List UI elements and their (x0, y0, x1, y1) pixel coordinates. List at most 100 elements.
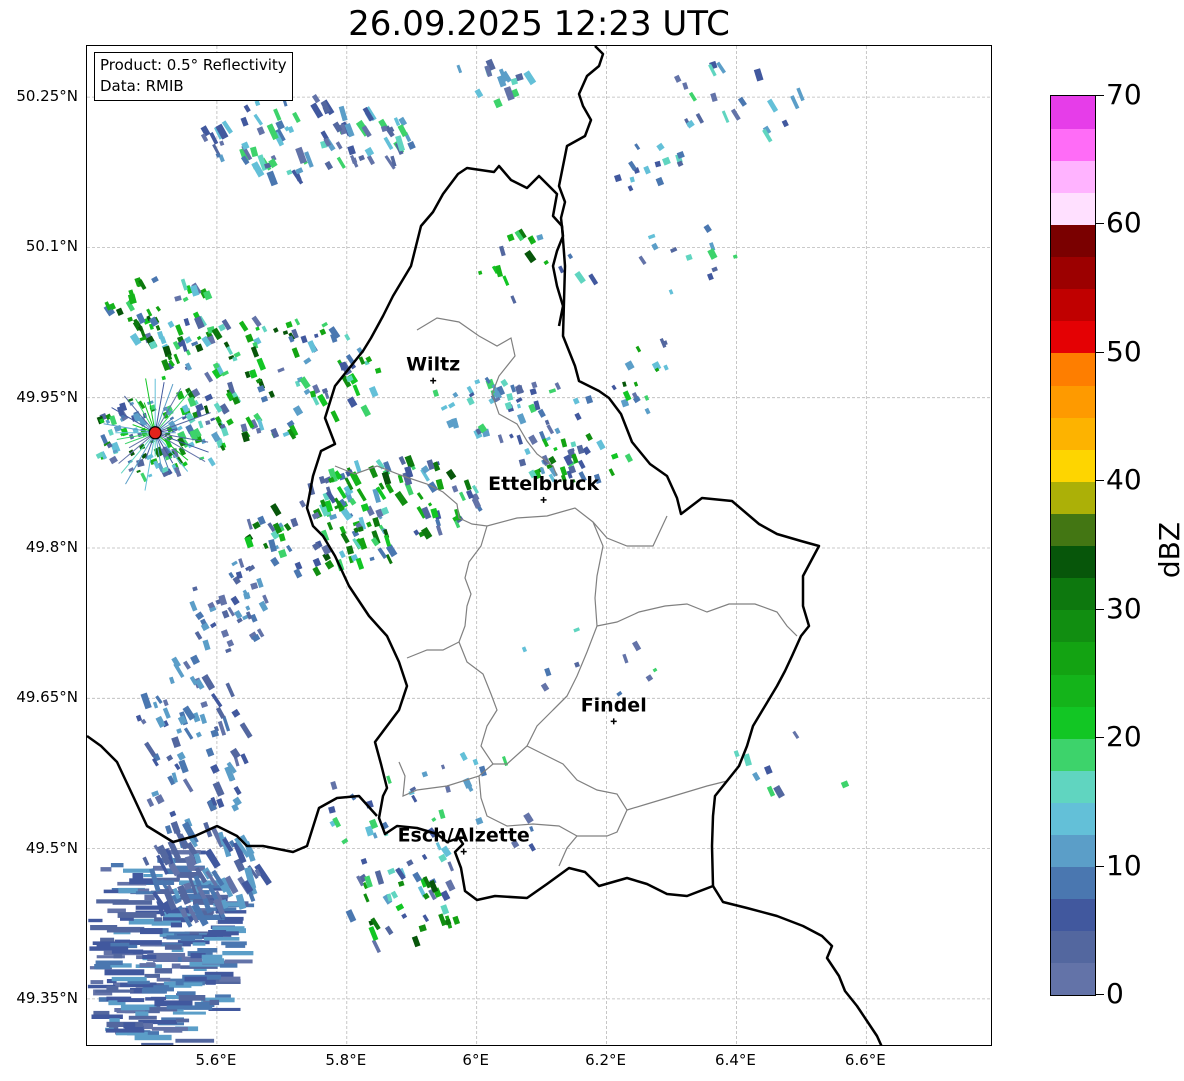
colorbar-tick-label-1: 10 (1106, 848, 1142, 882)
echo-pixel-1010 (123, 1022, 136, 1029)
colorbar-band-10 (1051, 641, 1095, 675)
echo-pixel-1219 (506, 233, 515, 242)
echo-pixel-723 (195, 731, 202, 738)
echo-pixel-1147 (406, 859, 414, 867)
echo-pixel-102 (493, 98, 503, 109)
echo-pixel-1234 (840, 780, 850, 789)
echo-pixel-298 (245, 333, 254, 343)
echo-pixel-601 (554, 427, 561, 435)
echo-pixel-963 (106, 926, 145, 933)
echo-pixel-737 (154, 794, 165, 805)
echo-pixel-188 (129, 332, 142, 346)
echo-pixel-436 (176, 425, 183, 432)
echo-pixel-937 (110, 863, 124, 868)
echo-pixel-218 (328, 326, 341, 340)
echo-pixel-554 (346, 545, 354, 555)
lat-label-0: 50.25°N (16, 87, 78, 106)
echo-pixel-1246 (574, 661, 580, 668)
echo-pixel-1170 (459, 751, 468, 762)
lat-label-5: 49.5°N (25, 838, 78, 857)
colorbar-band-11 (1051, 609, 1095, 643)
echo-pixel-630 (546, 424, 555, 435)
echo-pixel-758 (162, 699, 169, 707)
colorbar-band-12 (1051, 577, 1095, 611)
echo-pixel-750 (210, 763, 220, 774)
echo-pixel-573 (278, 533, 286, 542)
echo-pixel-206 (321, 321, 328, 328)
echo-pixel-1182 (447, 861, 455, 872)
echo-pixel-977 (111, 976, 147, 982)
echo-pixel-1247 (573, 627, 581, 633)
echo-pixel-233 (204, 371, 214, 383)
echo-pixel-1243 (652, 667, 658, 673)
echo-pixel-582 (293, 568, 303, 579)
echo-pixel-1140 (397, 880, 405, 887)
echo-pixel-1245 (521, 646, 528, 653)
echo-pixel-455 (394, 490, 408, 507)
echo-pixel-127 (614, 174, 622, 183)
echo-pixel-1132 (387, 867, 396, 876)
echo-pixel-104 (796, 87, 805, 102)
echo-pixel-1008 (105, 1028, 145, 1033)
map-title: 26.09.2025 12:23 UTC (348, 4, 730, 44)
echo-pixel-151 (195, 343, 204, 353)
colorbar-tick-7 (1096, 95, 1104, 96)
echo-pixel-531 (326, 521, 334, 531)
echo-pixel-980 (89, 946, 129, 951)
district-borders (334, 317, 798, 867)
echo-pixel-254 (251, 315, 262, 328)
echo-pixel-184 (157, 330, 164, 340)
echo-pixel-407 (109, 455, 118, 465)
echo-pixel-266 (319, 328, 327, 336)
radar-map[interactable]: Wiltz Ettelbruck Findel Esch/Alzette (87, 46, 992, 1046)
echo-pixel-1212 (638, 255, 647, 265)
echo-pixel-767 (169, 676, 175, 685)
echo-pixel-289 (360, 404, 372, 418)
echo-pixel-1226 (558, 265, 565, 274)
echo-pixel-917 (175, 1038, 215, 1043)
echo-pixel-610 (572, 397, 580, 405)
echo-pixel-224 (277, 367, 285, 373)
echo-pixel-1025 (164, 944, 182, 950)
echo-pixel-1135 (371, 939, 381, 954)
echo-pixel-1231 (567, 253, 574, 260)
echo-pixel-301 (307, 340, 318, 353)
echo-pixel-471 (430, 507, 439, 519)
echo-pixel-575 (324, 559, 335, 570)
echo-pixel-1210 (685, 253, 693, 261)
echo-pixel-972 (203, 937, 240, 941)
colorbar-band-24 (1051, 192, 1095, 226)
echo-pixel-710 (202, 639, 211, 651)
echo-pixel-19 (311, 94, 321, 104)
echo-pixel-249 (196, 335, 202, 341)
echo-pixel-20 (286, 169, 293, 176)
echo-pixel-464 (356, 488, 367, 502)
city-markers: Wiltz Ettelbruck Findel Esch/Alzette (398, 354, 647, 855)
colorbar-band-9 (1051, 673, 1095, 707)
colorbar-tick-4 (1096, 480, 1104, 482)
district-border-7 (626, 780, 728, 811)
echo-pixel-959 (128, 1015, 157, 1020)
echo-pixel-614 (440, 404, 448, 411)
colorbar-band-3 (1051, 866, 1095, 900)
echo-pixel-725 (231, 708, 241, 718)
echo-pixel-121 (767, 98, 779, 113)
district-border-0 (416, 317, 558, 477)
echo-pixel-82 (275, 120, 285, 131)
echo-pixel-203 (184, 336, 192, 344)
colorbar-tick-1 (1096, 865, 1104, 867)
echo-pixel-780 (140, 692, 152, 710)
echo-pixel-222 (261, 325, 268, 333)
echo-pixel-643 (553, 446, 558, 452)
echo-pixel-1146 (440, 904, 450, 915)
echo-pixel-924 (135, 1011, 149, 1017)
echo-pixel-1200 (611, 384, 617, 391)
radar-map-panel[interactable]: Wiltz Ettelbruck Findel Esch/Alzette (86, 45, 992, 1046)
echo-pixel-664 (585, 432, 593, 442)
echo-pixel-284 (249, 369, 258, 379)
echo-pixel-1201 (622, 381, 627, 388)
colorbar-band-18 (1051, 384, 1095, 418)
echo-pixel-1015 (154, 917, 163, 922)
lon-label-3: 6.2°E (585, 1051, 626, 1069)
echo-pixel-639 (611, 452, 619, 460)
